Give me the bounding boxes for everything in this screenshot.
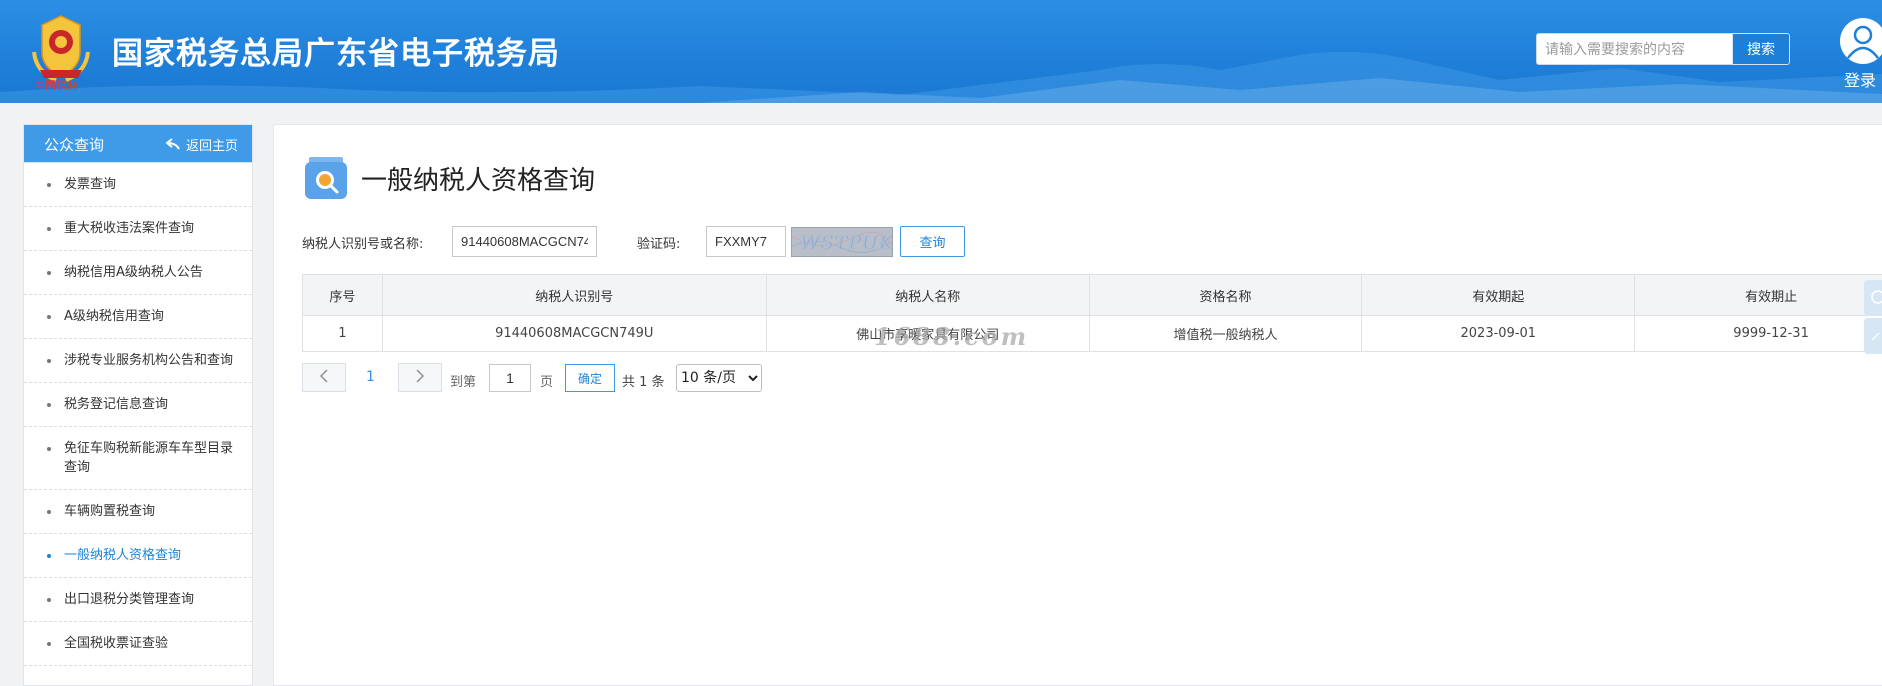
sidebar-item-tax-registration-query[interactable]: 税务登记信息查询 bbox=[24, 383, 252, 427]
table-header-row: 序号 纳税人识别号 纳税人名称 资格名称 有效期起 有效期止 bbox=[303, 275, 1882, 316]
page-title: 一般纳税人资格查询 bbox=[361, 160, 595, 197]
page-size-select[interactable]: 10 条/页 bbox=[676, 364, 762, 392]
captcha-image[interactable]: WSTPUK bbox=[791, 227, 893, 257]
column-header-qualification: 资格名称 bbox=[1089, 275, 1362, 316]
back-home-label[interactable]: 返回主页 bbox=[186, 139, 238, 154]
sidebar-item-tax-service-agency[interactable]: 涉税专业服务机构公告和查询 bbox=[24, 339, 252, 383]
page-suffix-label: 页 bbox=[540, 371, 553, 390]
sidebar-item-general-taxpayer-query[interactable]: 一般纳税人资格查询 bbox=[24, 534, 252, 578]
sidebar-item-a-credit-notice[interactable]: 纳税信用A级纳税人公告 bbox=[24, 251, 252, 295]
goto-confirm-button[interactable]: 确定 bbox=[565, 364, 615, 392]
goto-label: 到第 bbox=[450, 371, 476, 390]
captcha-label: 验证码: bbox=[637, 233, 680, 252]
site-header: 中国税务 国家税务总局广东省电子税务局 搜索 登录 bbox=[0, 0, 1882, 103]
goto-page-input[interactable] bbox=[489, 364, 531, 392]
chevron-up-icon bbox=[1864, 339, 1882, 358]
column-header-taxpayer-id: 纳税人识别号 bbox=[382, 275, 766, 316]
main-panel: 一般纳税人资格查询 纳税人识别号或名称: 验证码: WSTPUK 查询 序号 纳… bbox=[273, 124, 1882, 686]
total-count: 共 1 条 bbox=[622, 371, 665, 390]
next-page-button[interactable] bbox=[398, 363, 442, 392]
sidebar: 公众查询 返回主页 发票查询 重大税收违法案件查询 纳税信用A级纳税人公告 A级… bbox=[23, 124, 253, 686]
sidebar-item-invoice-query[interactable]: 发票查询 bbox=[24, 163, 252, 207]
feedback-tab[interactable] bbox=[1864, 280, 1882, 316]
sidebar-item-vehicle-tax-query[interactable]: 车辆购置税查询 bbox=[24, 490, 252, 534]
login-label[interactable]: 登录 bbox=[1844, 67, 1876, 91]
cell-valid-to: 9999-12-31 bbox=[1635, 316, 1882, 352]
result-table: 序号 纳税人识别号 纳税人名称 资格名称 有效期起 有效期止 1 9144060… bbox=[302, 274, 1882, 352]
column-header-index: 序号 bbox=[303, 275, 383, 316]
user-avatar-icon[interactable] bbox=[1840, 18, 1882, 64]
captcha-text: WSTPUK bbox=[799, 232, 893, 254]
column-header-valid-from: 有效期起 bbox=[1362, 275, 1635, 316]
captcha-input[interactable] bbox=[706, 226, 786, 257]
back-home-link[interactable]: 返回主页 bbox=[166, 135, 238, 154]
tax-emblem-logo[interactable]: 中国税务 bbox=[26, 12, 96, 94]
prev-page-button[interactable] bbox=[302, 363, 346, 392]
back-arrow-icon bbox=[166, 138, 180, 154]
cell-valid-from: 2023-09-01 bbox=[1362, 316, 1635, 352]
page-number-current[interactable]: 1 bbox=[366, 369, 375, 385]
search-button[interactable]: 搜索 bbox=[1732, 33, 1790, 65]
cell-index: 1 bbox=[303, 316, 383, 352]
login-button[interactable]: 登录 bbox=[1838, 18, 1882, 88]
emblem-caption: 中国税务 bbox=[34, 77, 78, 93]
sidebar-title: 公众查询 bbox=[44, 134, 104, 155]
sidebar-item-a-credit-query[interactable]: A级纳税信用查询 bbox=[24, 295, 252, 339]
watermark: 1688.com bbox=[874, 322, 1029, 351]
chevron-right-icon bbox=[415, 368, 425, 387]
table-row: 1 91440608MACGCN749U 佛山市享暖家具有限公司 增值税一般纳税… bbox=[303, 316, 1882, 352]
sidebar-item-nev-catalog-query[interactable]: 免征车购税新能源车车型目录查询 bbox=[24, 427, 252, 490]
chevron-left-icon bbox=[319, 368, 329, 387]
column-header-taxpayer-name: 纳税人名称 bbox=[766, 275, 1089, 316]
query-button[interactable]: 查询 bbox=[900, 226, 965, 257]
sidebar-item-export-refund-query[interactable]: 出口退税分类管理查询 bbox=[24, 578, 252, 622]
sidebar-header: 公众查询 返回主页 bbox=[24, 125, 252, 163]
cell-qualification: 增值税一般纳税人 bbox=[1089, 316, 1362, 352]
search-input[interactable] bbox=[1536, 33, 1732, 65]
sidebar-item-tax-receipt-verify[interactable]: 全国税收票证查验 bbox=[24, 622, 252, 666]
column-header-valid-to: 有效期止 bbox=[1635, 275, 1882, 316]
taxpayer-id-label: 纳税人识别号或名称: bbox=[302, 233, 423, 252]
search-document-icon bbox=[303, 155, 349, 201]
taxpayer-id-input[interactable] bbox=[452, 226, 597, 257]
sidebar-item-major-violation-query[interactable]: 重大税收违法案件查询 bbox=[24, 207, 252, 251]
back-to-top-tab[interactable] bbox=[1864, 318, 1882, 354]
cell-taxpayer-id: 91440608MACGCN749U bbox=[382, 316, 766, 352]
site-title[interactable]: 国家税务总局广东省电子税务局 bbox=[112, 28, 560, 73]
